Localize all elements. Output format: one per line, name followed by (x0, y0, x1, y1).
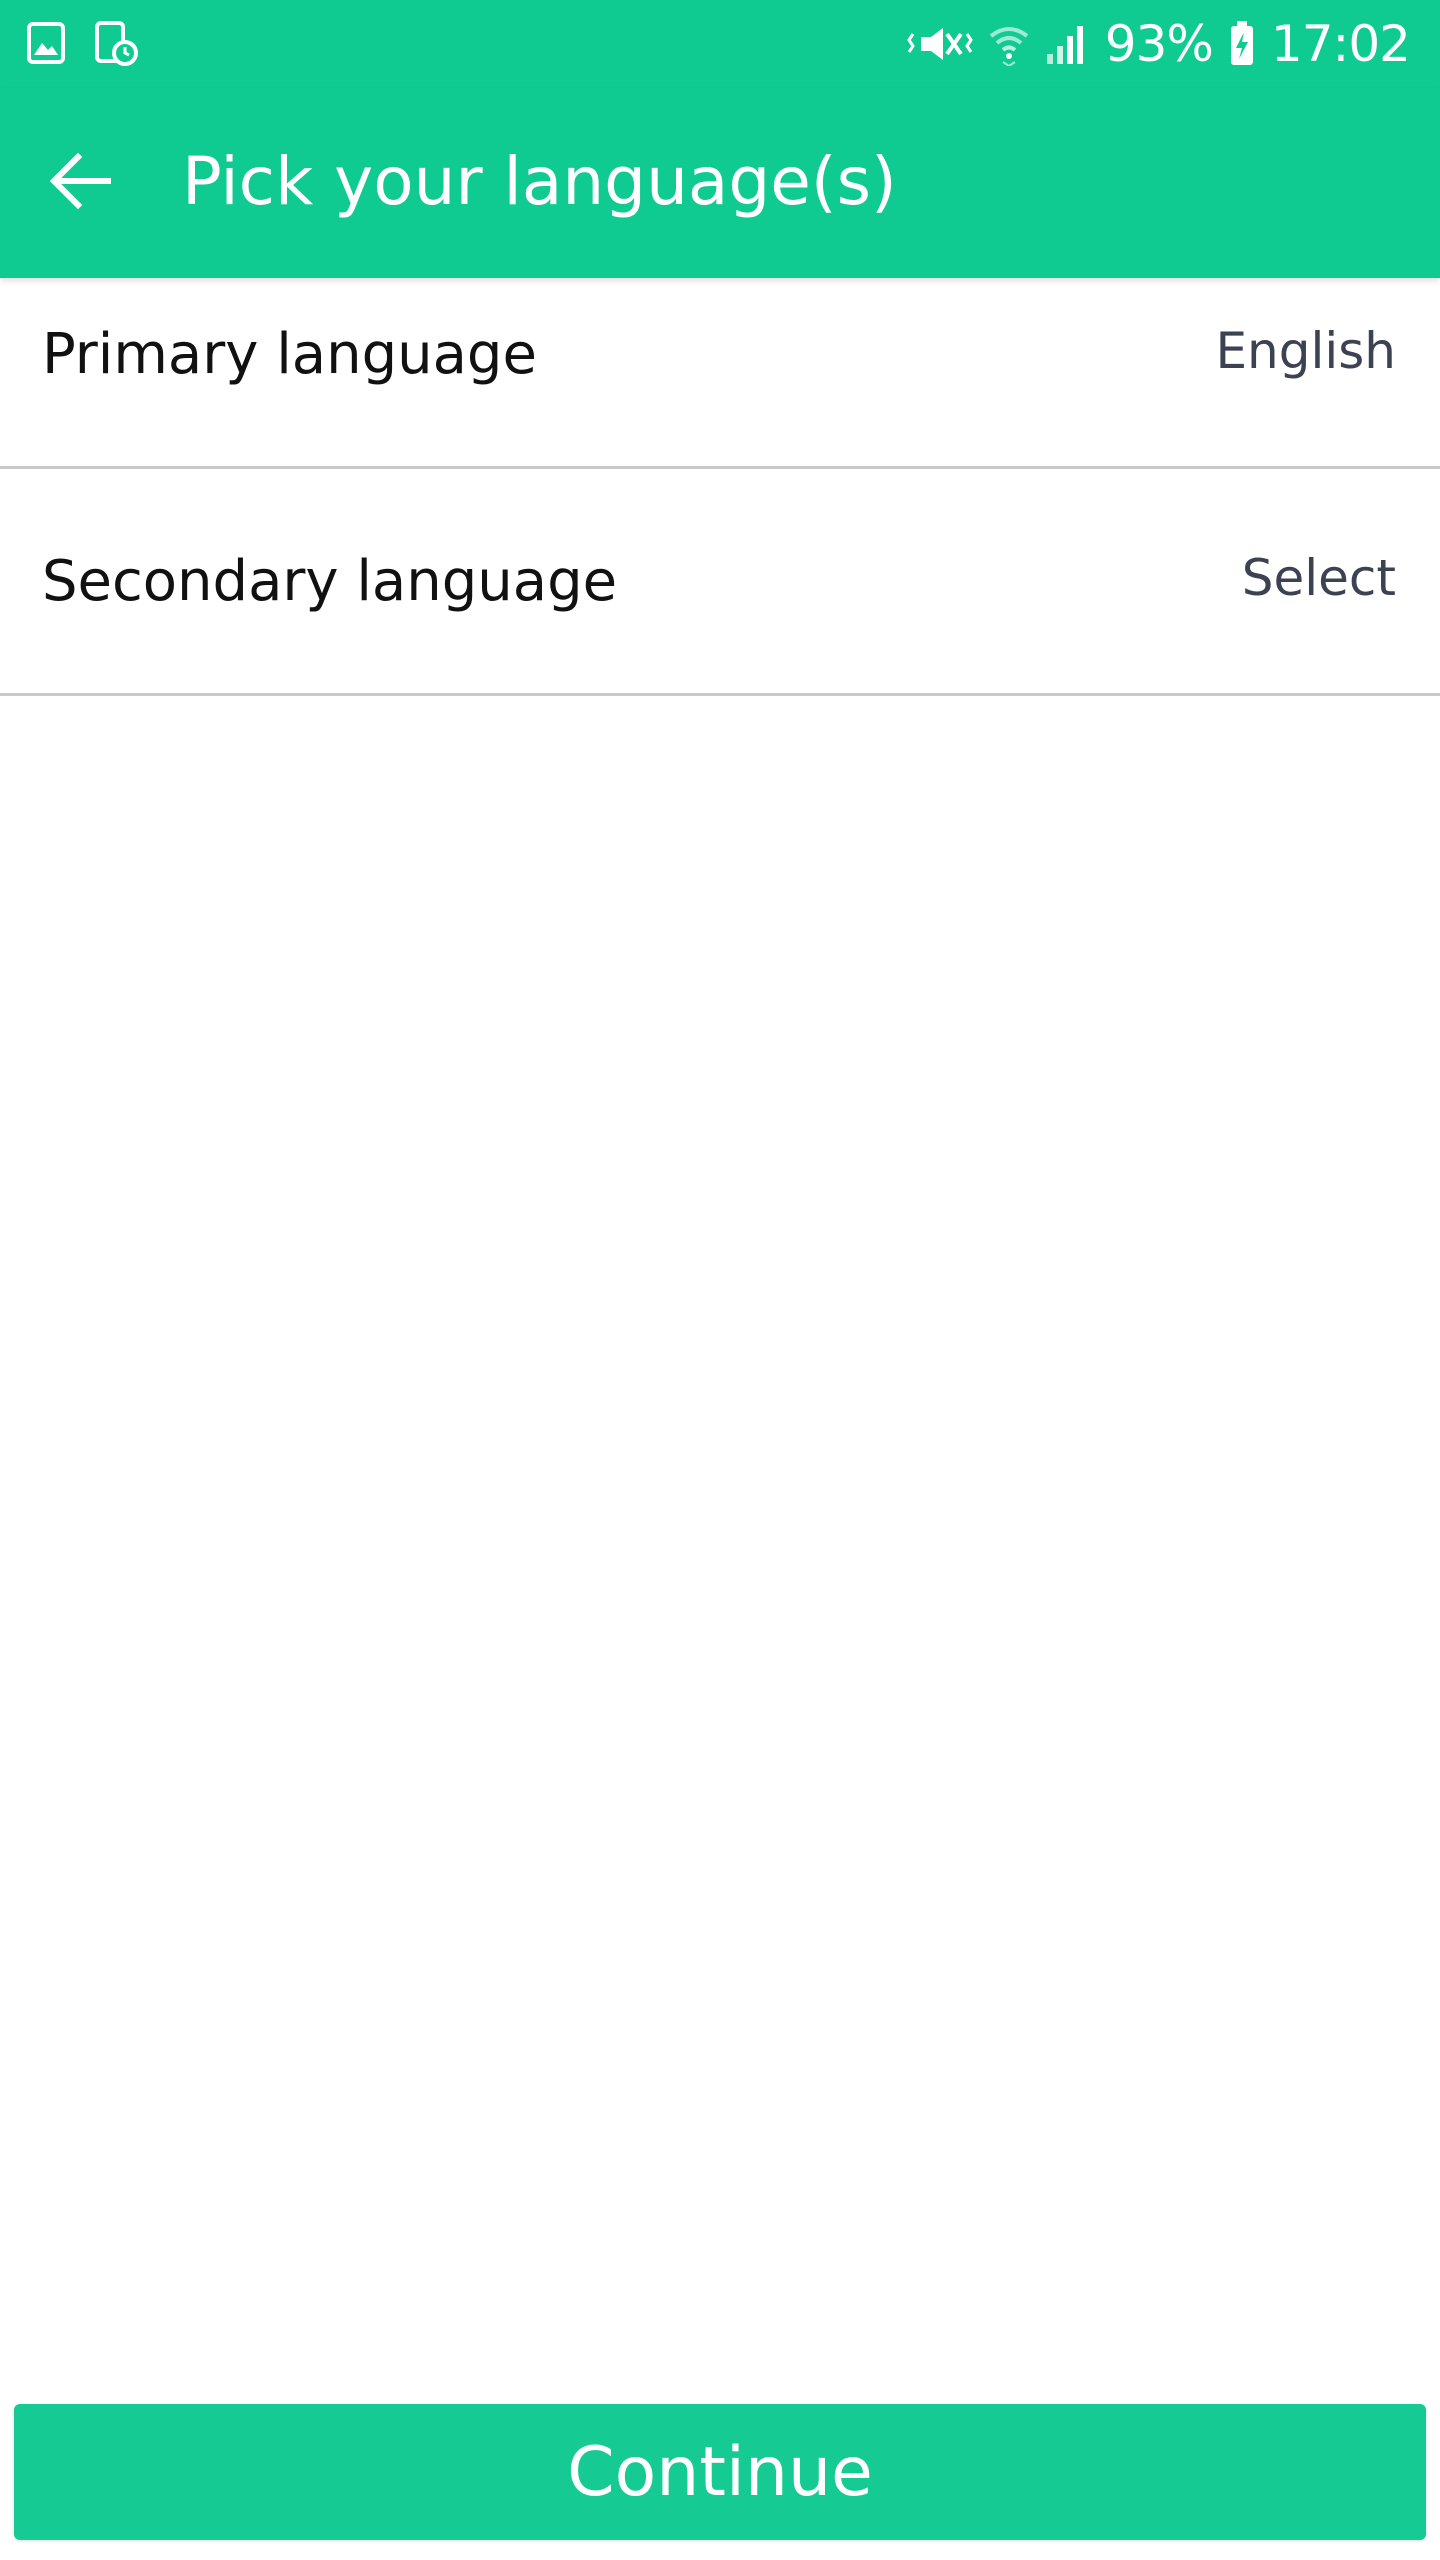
signal-icon (1045, 22, 1089, 66)
screen: 93% 17:02 Pick your language(s) Primary … (0, 0, 1440, 2560)
language-settings-list: Primary language English Secondary langu… (0, 278, 1440, 696)
secondary-language-value: Select (1241, 549, 1396, 607)
status-system: 93% 17:02 (906, 0, 1411, 88)
gallery-notification-icon (26, 21, 66, 65)
back-button[interactable] (36, 138, 126, 228)
battery-charging-icon (1229, 21, 1255, 67)
primary-language-row[interactable]: Primary language English (0, 278, 1440, 469)
arrow-left-icon (49, 152, 112, 214)
status-notifications (26, 20, 138, 66)
secondary-language-row[interactable]: Secondary language Select (0, 469, 1440, 696)
wifi-icon (989, 22, 1029, 66)
status-time: 17:02 (1270, 15, 1411, 73)
continue-button[interactable]: Continue (14, 2404, 1426, 2540)
primary-language-label: Primary language (42, 322, 537, 387)
status-bar: 93% 17:02 (0, 0, 1440, 88)
battery-percent: 93% (1104, 15, 1214, 73)
primary-language-value: English (1215, 322, 1396, 380)
tablet-clock-notification-icon (94, 20, 138, 66)
secondary-language-label: Secondary language (42, 549, 618, 614)
app-bar: Pick your language(s) (0, 88, 1440, 278)
vibrate-mute-icon (906, 22, 973, 66)
page-title: Pick your language(s) (182, 143, 897, 220)
